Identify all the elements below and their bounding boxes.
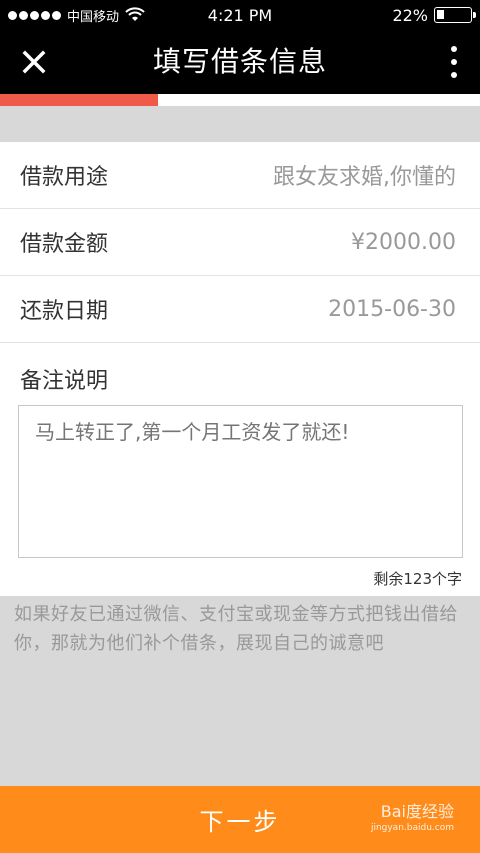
form-row-repay-date[interactable]: 还款日期 2015-06-30	[0, 276, 480, 343]
page-title: 填写借条信息	[152, 45, 327, 78]
battery-icon	[434, 7, 476, 23]
form-row-purpose[interactable]: 借款用途 跟女友求婚,你懂的	[0, 142, 480, 209]
status-bar: 中国移动 4:21 PM 22%	[0, 0, 480, 30]
nav-bar: 填写借条信息	[0, 30, 480, 94]
form-row-amount[interactable]: 借款金额 ¥2000.00	[0, 209, 480, 276]
section-divider	[0, 106, 480, 142]
progress-fill	[0, 94, 159, 106]
hint-text: 如果好友已通过微信、支付宝或现金等方式把钱出借给你，那就为他们补个借条，展现自己…	[14, 604, 458, 654]
purpose-label: 借款用途	[20, 165, 109, 190]
watermark-url: jingyan.baidu.com	[370, 823, 454, 833]
status-right: 22%	[392, 0, 476, 30]
progress-bar	[0, 94, 480, 106]
battery-fill	[437, 10, 444, 19]
loan-form: 借款用途 跟女友求婚,你懂的 借款金额 ¥2000.00 还款日期 2015-0…	[0, 142, 480, 596]
amount-value[interactable]: ¥2000.00	[351, 230, 456, 255]
watermark-logo: Bai⁠度经验 jingyan.baidu.com	[371, 798, 454, 833]
remark-textarea[interactable]	[18, 405, 463, 558]
watermark-brand: Bai⁠度经验	[380, 802, 454, 821]
remaining-char-count: 剩余123个字	[373, 570, 462, 588]
amount-label: 借款金额	[20, 232, 109, 257]
remark-section: 备注说明 剩余123个字	[0, 343, 480, 596]
battery-percentage: 22%	[392, 5, 428, 25]
repay-date-value[interactable]: 2015-06-30	[328, 297, 456, 322]
remark-label: 备注说明	[20, 369, 109, 394]
purpose-value[interactable]: 跟女友求婚,你懂的	[273, 159, 456, 191]
more-options-icon[interactable]	[442, 42, 466, 82]
repay-date-label: 还款日期	[20, 299, 109, 324]
